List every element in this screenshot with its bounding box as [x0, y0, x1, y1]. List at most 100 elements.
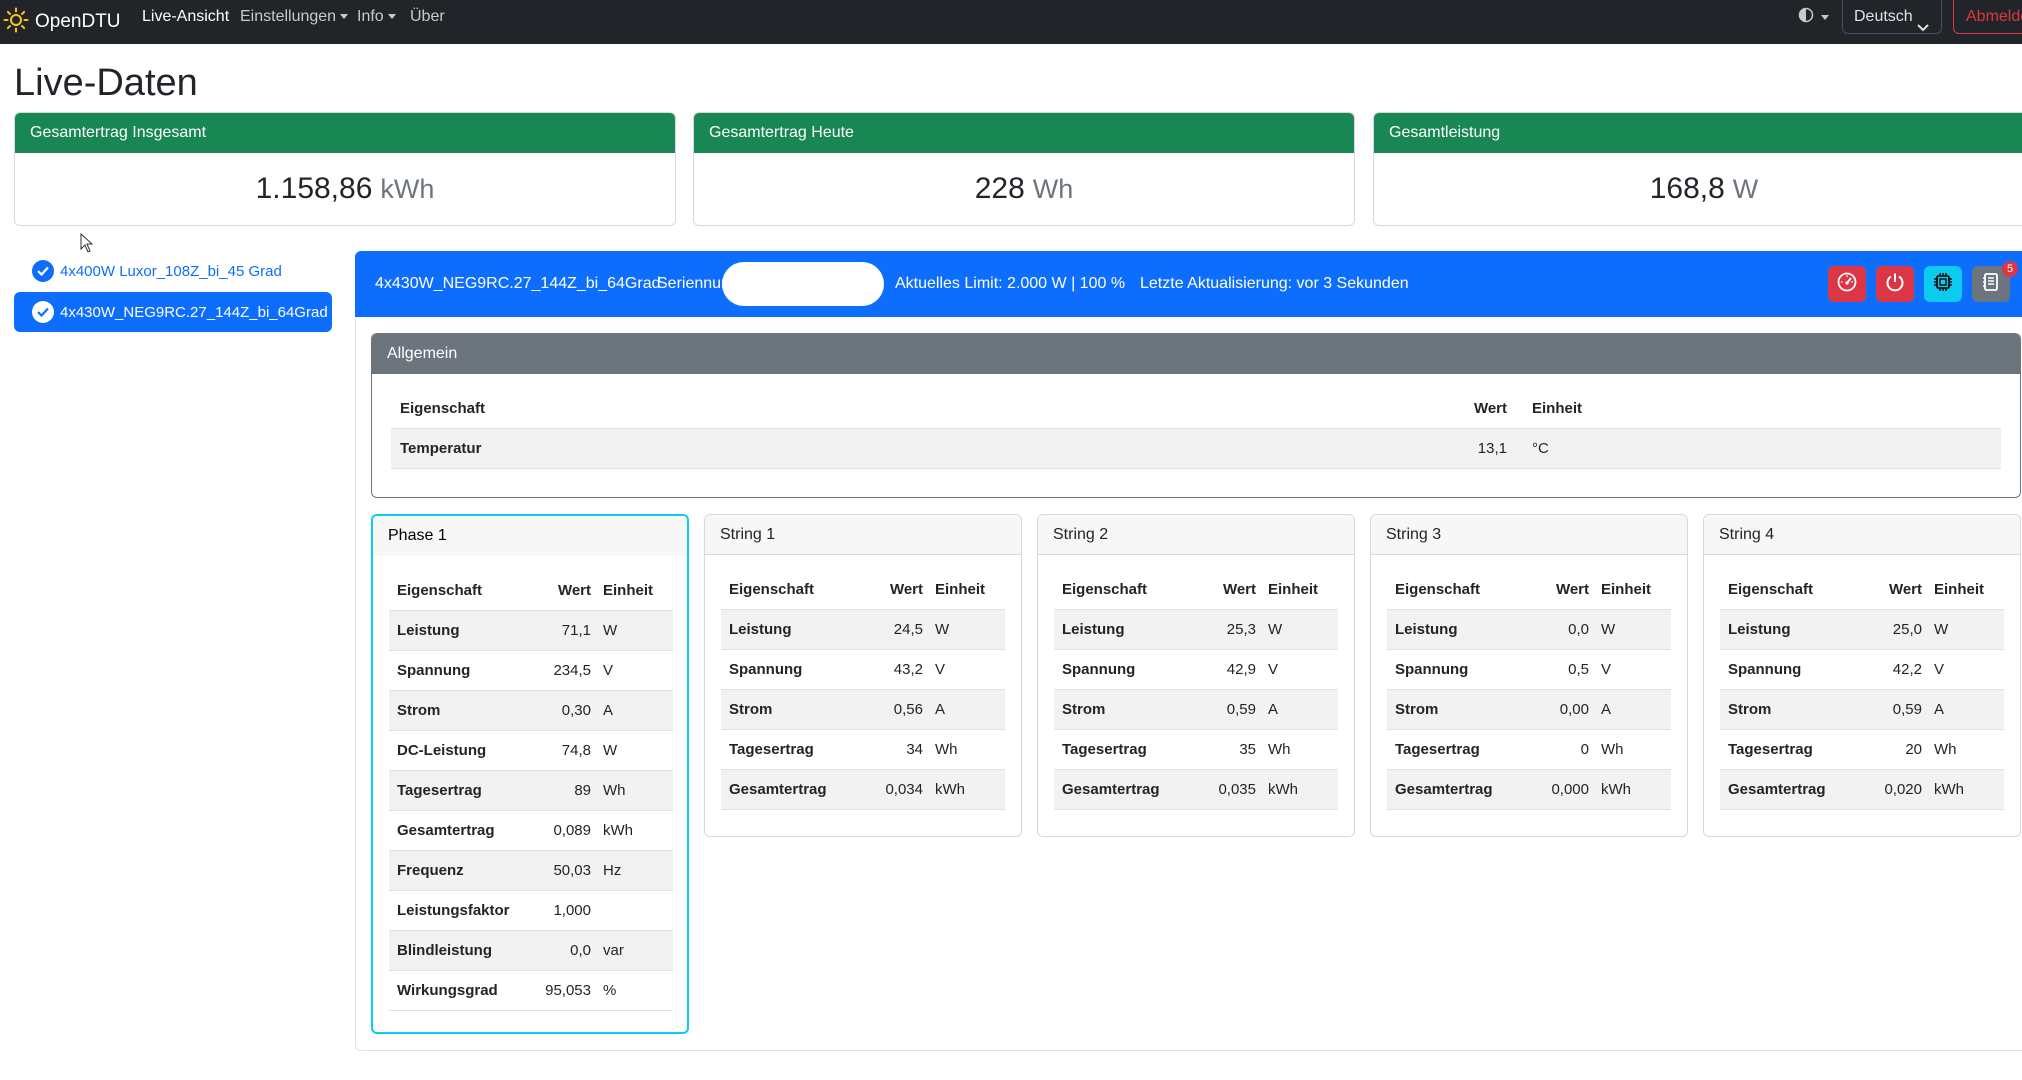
cpu-icon	[1932, 271, 1954, 298]
row-unit: var	[603, 942, 624, 959]
row-unit: Wh	[603, 782, 626, 799]
row-property: Strom	[1062, 701, 1106, 718]
col-property: Eigenschaft	[1728, 581, 1814, 598]
row-value: 24,5	[893, 621, 923, 638]
caret-down-icon	[387, 14, 396, 20]
table-row: Leistung 24,5 W	[721, 610, 1005, 650]
device-info-button[interactable]	[1924, 266, 1962, 302]
table-row: Leistung 25,3 W	[1054, 610, 1338, 650]
nav-live-view-label: Live-Ansicht	[142, 8, 230, 25]
language-select[interactable]: Deutsch	[1842, 0, 1942, 34]
string-1-header: String 1	[705, 515, 1021, 555]
logout-button[interactable]: Abmelden	[1953, 0, 2022, 34]
nav-info[interactable]: Info	[357, 0, 396, 34]
row-property: Temperatur	[400, 440, 482, 457]
row-unit: A	[603, 702, 614, 719]
navbar: OpenDTU Live-Ansicht Einstellungen Info …	[0, 0, 2022, 44]
row-unit: kWh	[1934, 781, 1964, 798]
row-value: 0,59	[1226, 701, 1256, 718]
table-row: Gesamtertrag 0,020 kWh	[1720, 770, 2004, 810]
nav-live-view[interactable]: Live-Ansicht	[142, 0, 229, 34]
row-value: 42,9	[1226, 661, 1256, 678]
table-row: Strom 0,59 A	[1720, 690, 2004, 730]
total-power-value: 168,8	[1649, 172, 1725, 205]
power-icon	[1884, 271, 1906, 298]
row-property: Leistungsfaktor	[397, 902, 510, 919]
row-property: Strom	[729, 701, 773, 718]
row-unit: kWh	[1268, 781, 1298, 798]
row-unit: V	[935, 661, 946, 678]
row-property: Gesamtertrag	[397, 822, 495, 839]
limit-settings-button[interactable]	[1828, 266, 1866, 302]
row-property: Gesamtertrag	[729, 781, 827, 798]
table-row: Tagesertrag 0 Wh	[1387, 730, 1671, 770]
row-value: 0,0	[570, 942, 591, 959]
sun-icon	[3, 7, 29, 38]
row-value: 1,000	[553, 902, 591, 919]
string-1-table: Eigenschaft Wert Einheit Leistung 24,5 W Spa…	[721, 570, 1005, 810]
row-value: 50,03	[553, 862, 591, 879]
col-property: Eigenschaft	[729, 581, 815, 598]
table-row: Gesamtertrag 0,089 kWh	[389, 811, 673, 851]
row-unit: W	[603, 742, 618, 759]
col-value: Wert	[1473, 400, 1507, 417]
col-value: Wert	[1888, 581, 1922, 598]
nav-about-label: Über	[410, 8, 445, 25]
row-property: Leistung	[397, 622, 460, 639]
string-4-card: String 4 Eigenschaft Wert Einheit Leistung…	[1703, 514, 2021, 837]
row-value: 35	[1239, 741, 1256, 758]
string-3-card: String 3 Eigenschaft Wert Einheit Leistung…	[1370, 514, 1688, 837]
row-value: 71,1	[561, 622, 591, 639]
today-yield-card: Gesamtertrag Heute 228 Wh	[693, 112, 1355, 226]
row-property: Wirkungsgrad	[397, 982, 498, 999]
general-table: Eigenschaft Wert Einheit Temperatur 13,1…	[391, 389, 2001, 469]
inverter-tab-label: 4x430W_NEG9RC.27_144Z_bi_64Grad	[60, 303, 328, 321]
row-value: 43,2	[893, 661, 923, 678]
row-unit: Wh	[1601, 741, 1624, 758]
brand-link[interactable]: OpenDTU	[3, 4, 121, 40]
row-property: Blindleistung	[397, 942, 492, 959]
table-header-row: Eigenschaft Wert Einheit	[721, 570, 1005, 610]
speedometer-icon	[1836, 271, 1858, 298]
col-unit: Einheit	[1934, 581, 1985, 598]
row-value: 42,2	[1892, 661, 1922, 678]
row-value: 0,020	[1884, 781, 1922, 798]
theme-toggle[interactable]	[1798, 6, 1829, 28]
caret-down-icon	[1821, 14, 1829, 20]
row-unit: W	[935, 621, 950, 638]
row-property: Gesamtertrag	[1728, 781, 1826, 798]
today-yield-unit: Wh	[1032, 173, 1074, 204]
row-property: Leistung	[1062, 621, 1125, 638]
row-value: 25,0	[1892, 621, 1922, 638]
row-property: Strom	[1395, 701, 1439, 718]
col-unit: Einheit	[1268, 581, 1319, 598]
table-row: Spannung 42,2 V	[1720, 650, 2004, 690]
row-value: 13,1	[1477, 440, 1507, 457]
nav-about[interactable]: Über	[410, 0, 445, 34]
phase-1-table: Eigenschaft Wert Einheit Leistung 71,1 W Spa…	[389, 571, 673, 1011]
check-circle-icon	[32, 301, 54, 323]
total-power-card: Gesamtleistung 168,8 W	[1373, 112, 2022, 226]
row-value: 0,0	[1568, 621, 1589, 638]
row-unit: W	[1268, 621, 1283, 638]
row-value: 20	[1905, 741, 1922, 758]
nav-settings[interactable]: Einstellungen	[240, 0, 349, 34]
string-2-card: String 2 Eigenschaft Wert Einheit Leistung…	[1037, 514, 1355, 837]
row-property: Spannung	[1062, 661, 1136, 678]
serial-redaction	[722, 262, 884, 306]
row-unit: W	[603, 622, 618, 639]
table-row: Strom 0,59 A	[1054, 690, 1338, 730]
table-header-row: Eigenschaft Wert Einheit	[1387, 570, 1671, 610]
row-unit: V	[1601, 661, 1612, 678]
row-value: 0,000	[1551, 781, 1589, 798]
col-value: Wert	[889, 581, 923, 598]
col-value: Wert	[557, 582, 591, 599]
string-4-header: String 4	[1704, 515, 2020, 555]
page-title: Live-Daten	[14, 62, 198, 104]
row-value: 0,56	[893, 701, 923, 718]
inverter-header: 4x430W_NEG9RC.27_144Z_bi_64Grad Seriennu…	[355, 251, 2022, 317]
inverter-tab-1[interactable]: 4x400W Luxor_108Z_bi_45 Grad	[14, 251, 332, 291]
row-unit: A	[935, 701, 946, 718]
inverter-tab-2[interactable]: 4x430W_NEG9RC.27_144Z_bi_64Grad	[14, 292, 332, 332]
power-control-button[interactable]	[1876, 266, 1914, 302]
